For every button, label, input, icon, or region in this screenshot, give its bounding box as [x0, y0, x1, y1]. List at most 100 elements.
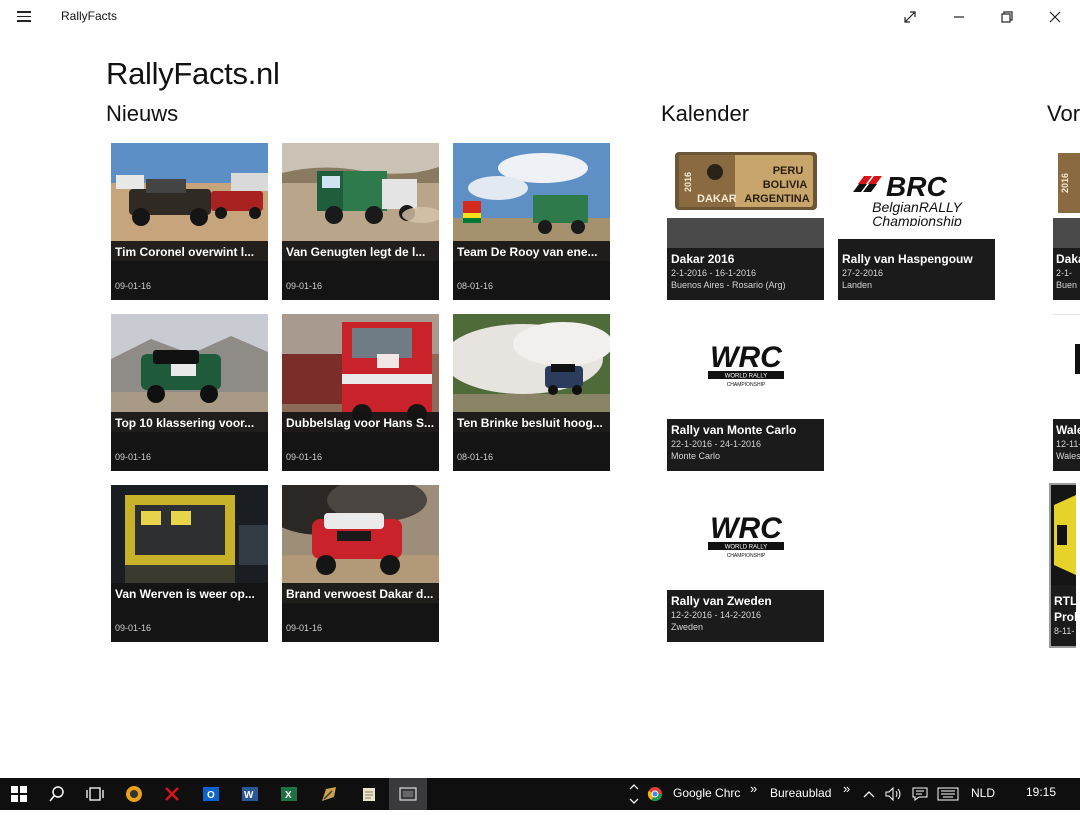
- news-title: Dubbelslag voor Hans S...: [286, 416, 435, 430]
- event-title: Rally van Monte Carlo: [671, 423, 797, 437]
- more-chevron[interactable]: »: [750, 781, 757, 796]
- restore-icon: [1001, 11, 1013, 23]
- fullscreen-button[interactable]: [887, 0, 933, 34]
- desktop-toolbar-label[interactable]: Bureaublad: [770, 786, 831, 800]
- section-heading-news: Nieuws: [106, 101, 179, 126]
- taskbar-app-3[interactable]: [310, 778, 348, 810]
- close-icon: [1049, 11, 1061, 23]
- event-dates: 27-2-2016: [842, 268, 884, 278]
- notepad-button[interactable]: [350, 778, 388, 810]
- notifications-button[interactable]: [908, 778, 932, 810]
- chrome-icon[interactable]: [644, 778, 666, 810]
- partial-subtitle: Prolo: [1054, 610, 1076, 624]
- touch-keyboard-button[interactable]: [934, 778, 962, 810]
- partial-tile[interactable]: 2016 Daka 2-1- Buen: [1053, 143, 1080, 300]
- hidden-icons-chevron[interactable]: [858, 778, 880, 810]
- event-title: Rally van Zweden: [671, 594, 772, 608]
- clock[interactable]: 19:15: [1026, 785, 1056, 799]
- news-tile[interactable]: Top 10 klassering voor... 09-01-16: [111, 314, 268, 471]
- news-date: 09-01-16: [286, 623, 323, 633]
- speaker-icon: [885, 787, 901, 801]
- svg-text:CHAMPIONSHIP: CHAMPIONSHIP: [726, 553, 765, 559]
- minimize-icon: [954, 16, 964, 18]
- chevron-updown-icon: [629, 784, 639, 804]
- news-tile[interactable]: Brand verwoest Dakar d... 09-01-16: [282, 485, 439, 642]
- svg-text:BOLIVIA: BOLIVIA: [762, 179, 807, 191]
- news-title: Team De Rooy van ene...: [457, 245, 598, 259]
- news-tile[interactable]: Team De Rooy van ene... 08-01-16: [453, 143, 610, 300]
- minimize-button[interactable]: [936, 0, 982, 34]
- event-title: Rally van Haspengouw: [842, 252, 973, 266]
- section-heading-third: Vor: [1047, 101, 1080, 126]
- notepad-icon: [363, 788, 375, 801]
- event-dates: 12-2-2016 - 14-2-2016: [671, 610, 762, 620]
- calendar-tile[interactable]: BRC BelgianRALLY Championship Rally van …: [838, 143, 995, 300]
- event-dates: 22-1-2016 - 24-1-2016: [671, 439, 762, 449]
- rallyfacts-taskbar-button[interactable]: [389, 778, 427, 810]
- news-title: Van Genugten legt de l...: [286, 245, 426, 259]
- expand-icon: [904, 11, 916, 23]
- news-title: Top 10 klassering voor...: [115, 416, 255, 430]
- svg-text:CHAMPIONSHIP: CHAMPIONSHIP: [726, 382, 765, 388]
- calendar-tile[interactable]: WRC WORLD RALLY CHAMPIONSHIP Rally van M…: [667, 314, 824, 471]
- news-tile[interactable]: Dubbelslag voor Hans S... 09-01-16: [282, 314, 439, 471]
- chrome-taskbar-label[interactable]: Google Chrc: [673, 786, 740, 800]
- svg-text:X: X: [285, 790, 292, 801]
- windows-icon: [11, 786, 27, 802]
- svg-text:WORLD RALLY: WORLD RALLY: [724, 373, 767, 379]
- news-tile[interactable]: Van Werven is weer op... 09-01-16: [111, 485, 268, 642]
- partial-tile[interactable]: Wale 12-11- Wales: [1053, 314, 1080, 471]
- calendar-tile[interactable]: 2016 DAKAR PERU BOLIVIA ARGENTINA Dakar …: [667, 143, 824, 300]
- more-chevron-2[interactable]: »: [843, 781, 850, 796]
- event-location: Buenos Aires - Rosario (Arg): [671, 280, 786, 290]
- svg-text:ARGENTINA: ARGENTINA: [744, 193, 809, 205]
- news-date: 08-01-16: [457, 452, 494, 462]
- svg-text:WRC: WRC: [710, 341, 783, 374]
- svg-text:Championship: Championship: [872, 213, 962, 226]
- partial-tile-selected[interactable]: RTL Prolo 8-11-: [1049, 483, 1076, 648]
- news-title: Tim Coronel overwint l...: [115, 245, 255, 259]
- outlook-button[interactable]: O: [192, 778, 230, 810]
- event-dates: 2-1-2016 - 16-1-2016: [671, 268, 757, 278]
- search-icon: [49, 786, 64, 802]
- language-indicator[interactable]: NLD: [971, 786, 995, 800]
- svg-text:DAKAR: DAKAR: [697, 193, 737, 205]
- event-logo: 2016 DAKAR PERU BOLIVIA ARGENTINA: [667, 143, 824, 218]
- partial-date: 8-11-: [1054, 626, 1075, 636]
- taskbar-scroll[interactable]: [626, 778, 642, 810]
- svg-text:BRC: BRC: [886, 171, 947, 202]
- section-heading-calendar: Kalender: [661, 101, 750, 126]
- task-view-button[interactable]: [76, 778, 114, 810]
- news-tile[interactable]: Van Genugten legt de l... 09-01-16: [282, 143, 439, 300]
- excel-button[interactable]: X: [270, 778, 308, 810]
- taskbar-app-1[interactable]: [115, 778, 153, 810]
- app-window-icon: [399, 787, 417, 801]
- keyboard-icon: [937, 787, 959, 801]
- restore-button[interactable]: [984, 0, 1030, 34]
- volume-button[interactable]: [882, 778, 906, 810]
- partial-photo: [1051, 485, 1076, 585]
- news-date: 09-01-16: [115, 281, 152, 291]
- news-tile[interactable]: Tim Coronel overwint l... 09-01-16: [111, 143, 268, 300]
- partial-location: Wales: [1056, 451, 1080, 461]
- news-tile[interactable]: Ten Brinke besluit hoog... 08-01-16: [453, 314, 610, 471]
- hamburger-menu-icon[interactable]: [17, 11, 31, 22]
- svg-text:O: O: [207, 790, 215, 801]
- brc-logo: BRC BelgianRALLY Championship: [852, 171, 963, 226]
- calendar-tile[interactable]: WRC WORLD RALLY CHAMPIONSHIP Rally van Z…: [667, 485, 824, 642]
- word-button[interactable]: W: [231, 778, 269, 810]
- taskbar-app-2[interactable]: [153, 778, 191, 810]
- news-date: 09-01-16: [286, 281, 323, 291]
- start-button[interactable]: [0, 778, 38, 810]
- close-button[interactable]: [1032, 0, 1078, 34]
- partial-title: RTL: [1054, 594, 1076, 608]
- wrc-logo: WRC WORLD RALLY CHAMPIONSHIP: [707, 341, 784, 388]
- news-title: Brand verwoest Dakar d...: [286, 587, 434, 601]
- search-button[interactable]: [38, 778, 76, 810]
- news-date: 08-01-16: [457, 281, 494, 291]
- event-location: Landen: [842, 280, 873, 290]
- partial-location: Buen: [1056, 280, 1078, 290]
- svg-text:W: W: [244, 790, 254, 801]
- event-logo: WRC WORLD RALLY CHAMPIONSHIP: [667, 314, 824, 411]
- event-location: Monte Carlo: [671, 451, 721, 461]
